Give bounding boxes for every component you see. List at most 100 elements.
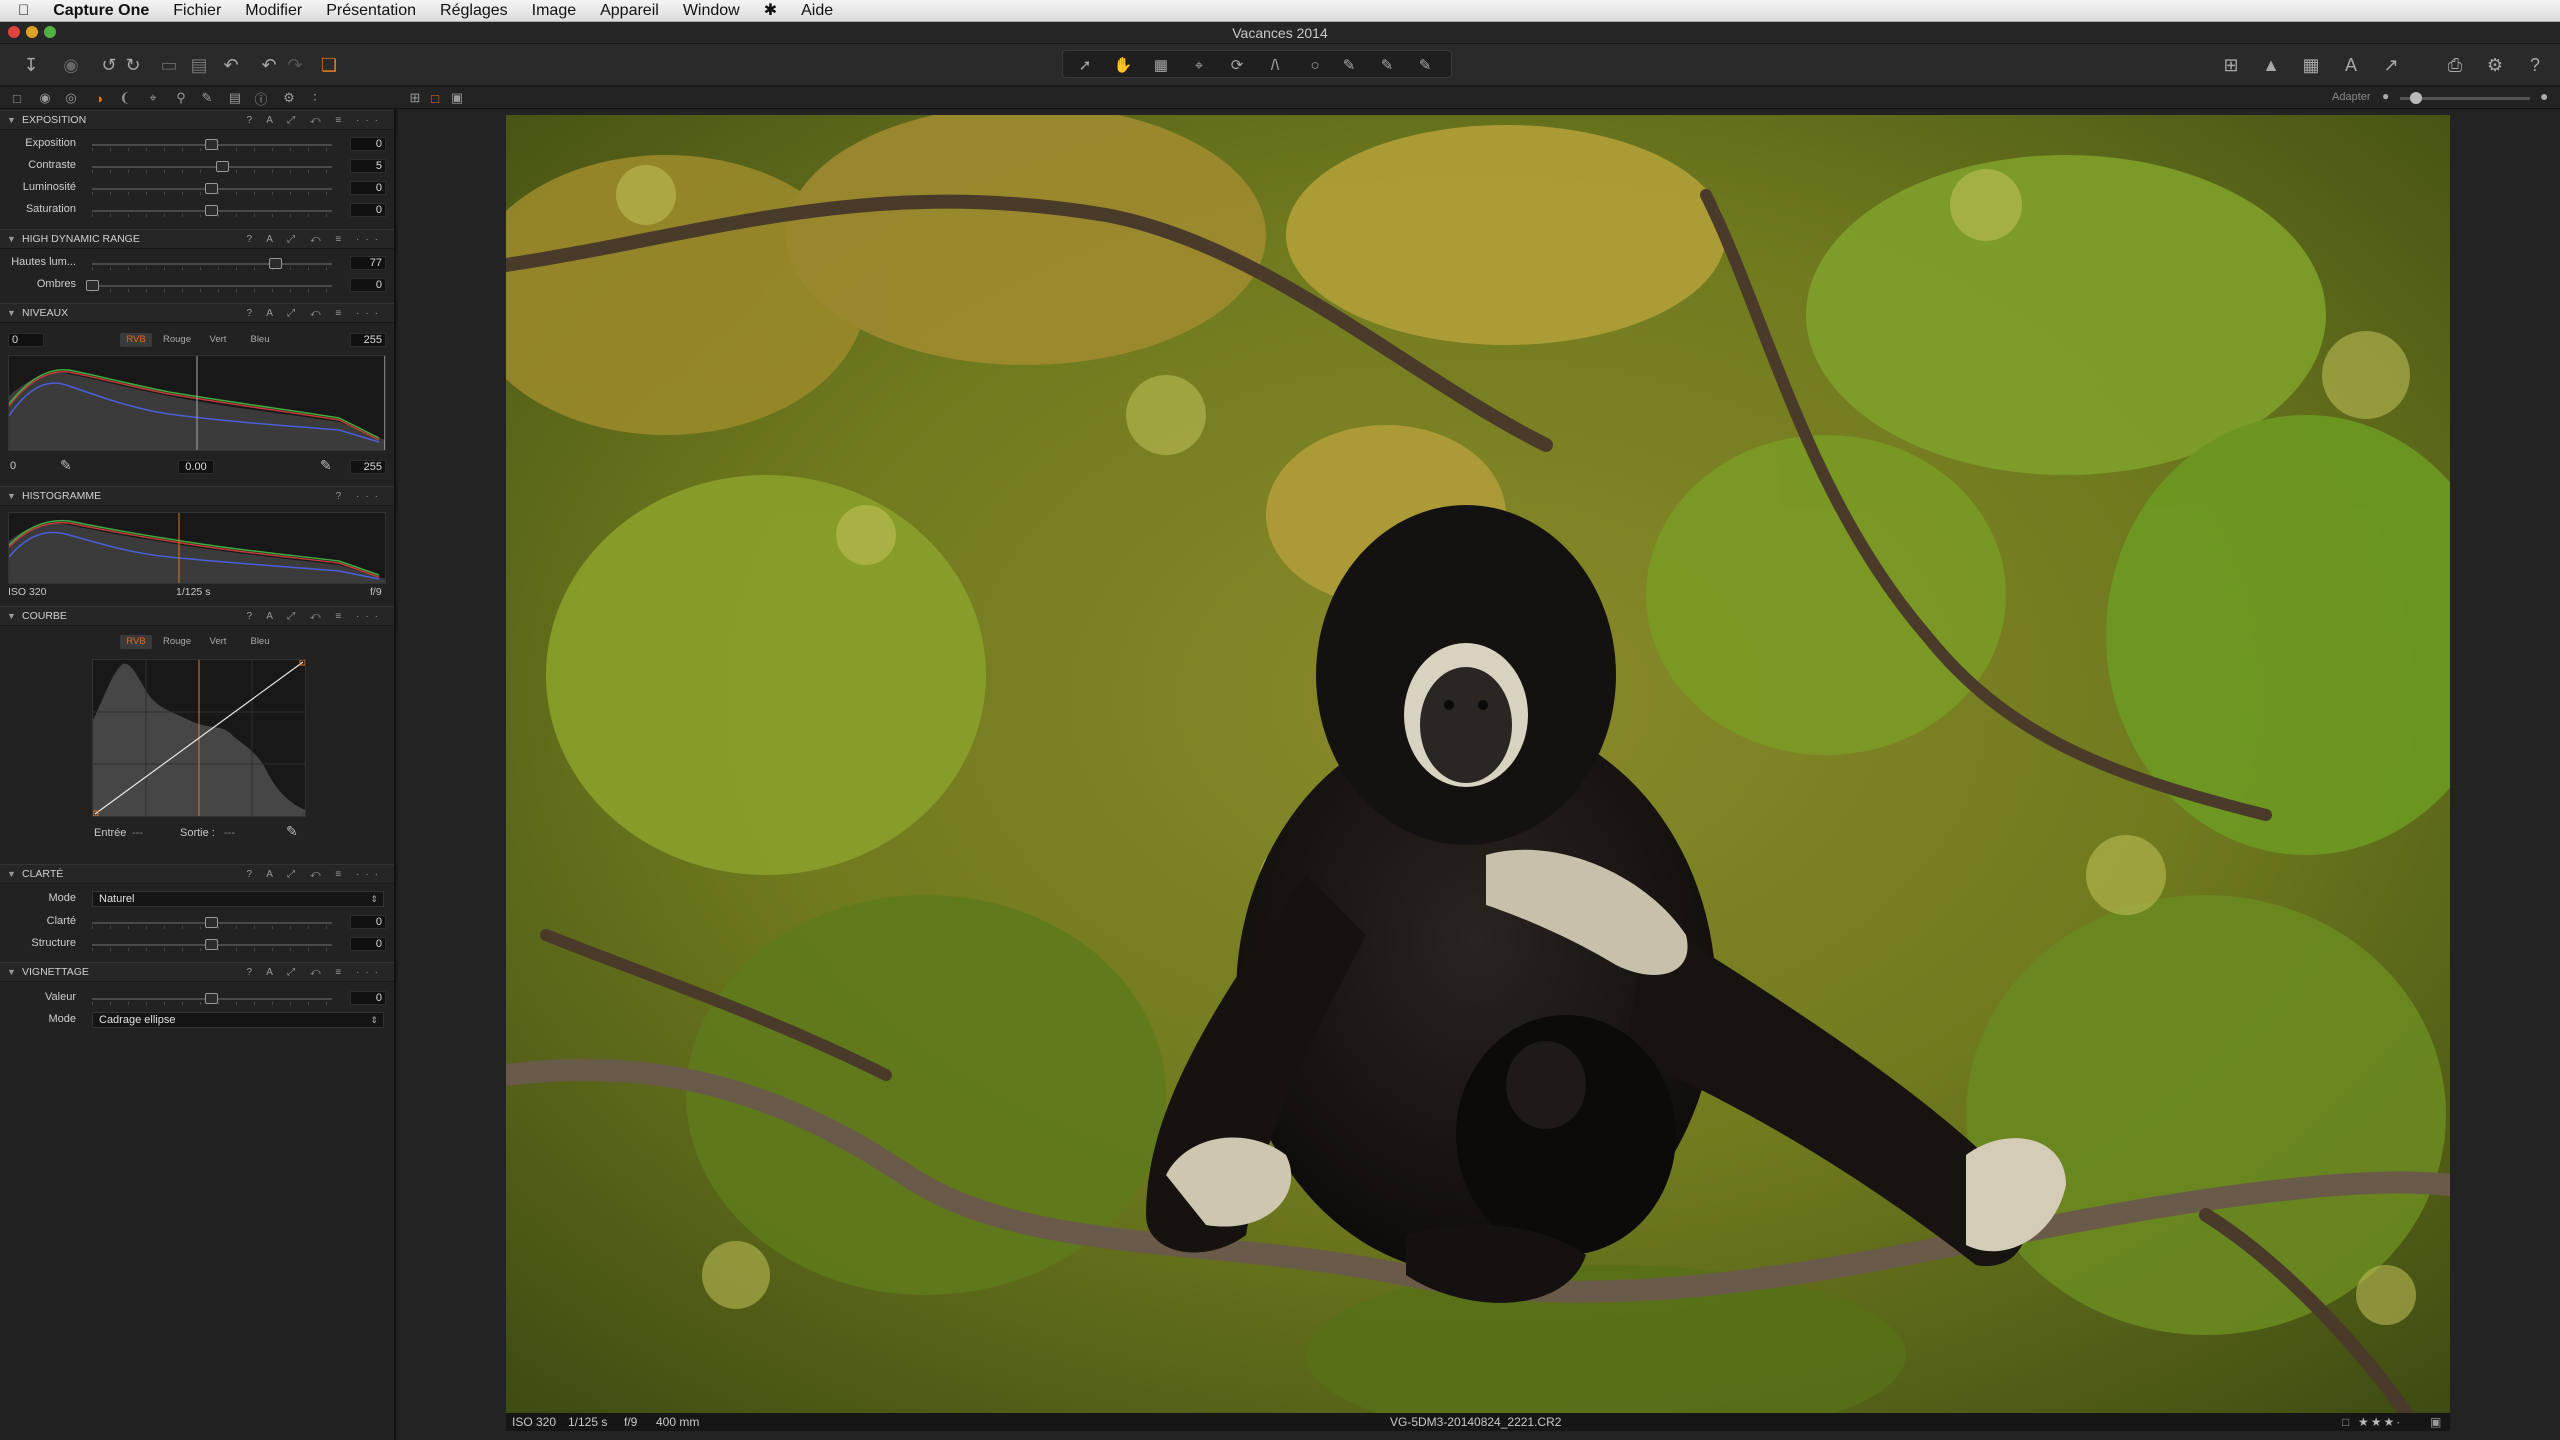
clarte-header[interactable]: ▼ CLARTÉ ? A ⤢ ↶ ≡ ··· [0, 864, 394, 884]
saturation-slider[interactable] [92, 205, 332, 217]
curve-channel-bleu[interactable]: Bleu [244, 635, 276, 649]
zoom-slider-knob[interactable] [2410, 92, 2422, 104]
slider-knob[interactable] [205, 917, 218, 928]
structure-value[interactable]: 0 [350, 937, 386, 951]
contraste-slider[interactable] [92, 161, 332, 173]
tool-header-icons[interactable]: ? A ⤢ ↶ ≡ ··· [246, 230, 384, 249]
levels-midpoint[interactable]: 0.00 [178, 460, 214, 474]
tool-header-icons[interactable]: ? A ⤢ ↶ ≡ ··· [246, 111, 384, 130]
contraste-value[interactable]: 5 [350, 159, 386, 173]
menu-appareil[interactable]: Appareil [588, 0, 671, 22]
loupe-icon[interactable]: ▦ [1146, 50, 1176, 80]
compare-view-icon[interactable]: ▣ [448, 89, 466, 107]
menu-presentation[interactable]: Présentation [314, 0, 428, 22]
levels-channel-vert[interactable]: Vert [202, 333, 234, 347]
redo-icon[interactable]: ↷ [280, 50, 310, 80]
hautes-lumieres-value[interactable]: 77 [350, 256, 386, 270]
clarte-mode-select[interactable]: Naturel ⇕ [92, 891, 384, 907]
courbe-header[interactable]: ▼ COURBE ? A ⤢ ↶ ≡ ··· [0, 606, 394, 626]
menu-fichier[interactable]: Fichier [161, 0, 233, 22]
menu-image[interactable]: Image [520, 0, 588, 22]
black-picker-icon[interactable]: ✎ [60, 457, 72, 474]
slider-knob[interactable] [205, 205, 218, 216]
curve-channel-rouge[interactable]: Rouge [160, 635, 194, 649]
gibbon-photo[interactable] [506, 115, 2450, 1413]
niveaux-header[interactable]: ▼ NIVEAUX ? A ⤢ ↶ ≡ ··· [0, 303, 394, 323]
layout-icon[interactable]: ⊞ [2216, 50, 2246, 80]
print-icon[interactable]: ⎙ [2440, 50, 2470, 80]
app-menu[interactable]: Capture One [41, 0, 161, 22]
curve-channel-rvb[interactable]: RVB [120, 635, 152, 649]
exposition-slider[interactable] [92, 139, 332, 151]
luminosite-slider[interactable] [92, 183, 332, 195]
slider-knob[interactable] [205, 939, 218, 950]
keystone-icon[interactable]: /\ [1260, 50, 1290, 80]
vignettage-header[interactable]: ▼ VIGNETTAGE ? A ⤢ ↶ ≡ ··· [0, 962, 394, 982]
saturation-value[interactable]: 0 [350, 203, 386, 217]
luminosite-value[interactable]: 0 [350, 181, 386, 195]
tool-header-icons[interactable]: ? A ⤢ ↶ ≡ ··· [246, 963, 384, 982]
collapse-icon[interactable]: ▼ [7, 963, 16, 982]
metadata-icon[interactable]: ▤ [226, 89, 244, 107]
star-rating[interactable]: ★★★· [2358, 1413, 2402, 1431]
details-icon[interactable]: ✎ [198, 89, 216, 107]
levels-histogram[interactable] [8, 355, 386, 451]
export-icon[interactable]: ↗ [2376, 50, 2406, 80]
scripts-menu-icon[interactable]: ✱ [752, 0, 789, 22]
apple-menu-icon[interactable]:  [0, 0, 41, 22]
slider-knob[interactable] [205, 183, 218, 194]
clarte-value[interactable]: 0 [350, 915, 386, 929]
levels-channel-bleu[interactable]: Bleu [244, 333, 276, 347]
structure-slider[interactable] [92, 939, 332, 951]
clarte-slider[interactable] [92, 917, 332, 929]
tool-header-icons[interactable]: ? A ⤢ ↶ ≡ ··· [246, 865, 384, 884]
camera-icon[interactable]: ◉ [56, 50, 86, 80]
text-icon[interactable]: A [2336, 50, 2366, 80]
exposition-header[interactable]: ▼ EXPOSITION ? A ⤢ ↶ ≡ ··· [0, 110, 394, 130]
crop-icon[interactable]: ⌖ [1184, 50, 1214, 80]
brush-icon[interactable]: ✎ [1334, 50, 1364, 80]
ombres-value[interactable]: 0 [350, 278, 386, 292]
collapse-icon[interactable]: ▼ [7, 304, 16, 323]
rotate-right-icon[interactable]: ↻ [118, 50, 148, 80]
vignettage-slider[interactable] [92, 993, 332, 1005]
output-icon[interactable]: ⚙ [280, 89, 298, 107]
pan-icon[interactable]: ✋ [1108, 50, 1138, 80]
batch-icon[interactable]: ∶ [306, 89, 324, 107]
slider-knob[interactable] [205, 139, 218, 150]
color-icon[interactable]: ◎ [62, 89, 80, 107]
levels-input-high[interactable]: 255 [350, 333, 386, 347]
curve-editor[interactable] [92, 659, 306, 817]
select-icon[interactable]: ➚ [1070, 50, 1100, 80]
tool-header-icons[interactable]: ? A ⤢ ↶ ≡ ··· [246, 607, 384, 626]
ombres-slider[interactable] [86, 280, 332, 292]
collapse-icon[interactable]: ▼ [7, 111, 16, 130]
grid-icon[interactable]: ▦ [2296, 50, 2326, 80]
info-icon[interactable]: ⓘ [252, 89, 270, 107]
levels-channel-rouge[interactable]: Rouge [160, 333, 194, 347]
slider-knob[interactable] [216, 161, 229, 172]
curve-channel-vert[interactable]: Vert [202, 635, 234, 649]
collapse-icon[interactable]: ▼ [7, 607, 16, 626]
histogramme-header[interactable]: ▼ HISTOGRAMME ? ··· [0, 486, 394, 506]
gradient-icon[interactable]: ✎ [1372, 50, 1402, 80]
tool-header-icons[interactable]: ? A ⤢ ↶ ≡ ··· [246, 304, 384, 323]
hautes-lumieres-slider[interactable] [92, 258, 332, 270]
menu-modifier[interactable]: Modifier [233, 0, 314, 22]
curve-picker-icon[interactable]: ✎ [286, 823, 298, 840]
white-picker-icon[interactable]: ✎ [320, 457, 332, 474]
levels-channel-rvb[interactable]: RVB [120, 333, 152, 347]
collapse-icon[interactable]: ▼ [7, 230, 16, 249]
focus-icon[interactable]: ⚲ [172, 89, 190, 107]
exposure-icon[interactable]: ◑ [90, 89, 108, 107]
copy-apply-icon[interactable]: ❏ [314, 50, 344, 80]
zoom-out-icon[interactable]: ● [2382, 89, 2389, 103]
levels-input-low[interactable]: 0 [8, 333, 44, 347]
undo-icon[interactable]: ↶ [216, 50, 246, 80]
single-view-icon[interactable]: □ [426, 89, 444, 107]
move-icon[interactable]: ▭ [154, 50, 184, 80]
trash-icon[interactable]: ▤ [184, 50, 214, 80]
tool-header-icons[interactable]: ? ··· [336, 487, 384, 506]
levels-output-low[interactable]: 0 [10, 460, 16, 472]
collapse-icon[interactable]: ▼ [7, 487, 16, 506]
